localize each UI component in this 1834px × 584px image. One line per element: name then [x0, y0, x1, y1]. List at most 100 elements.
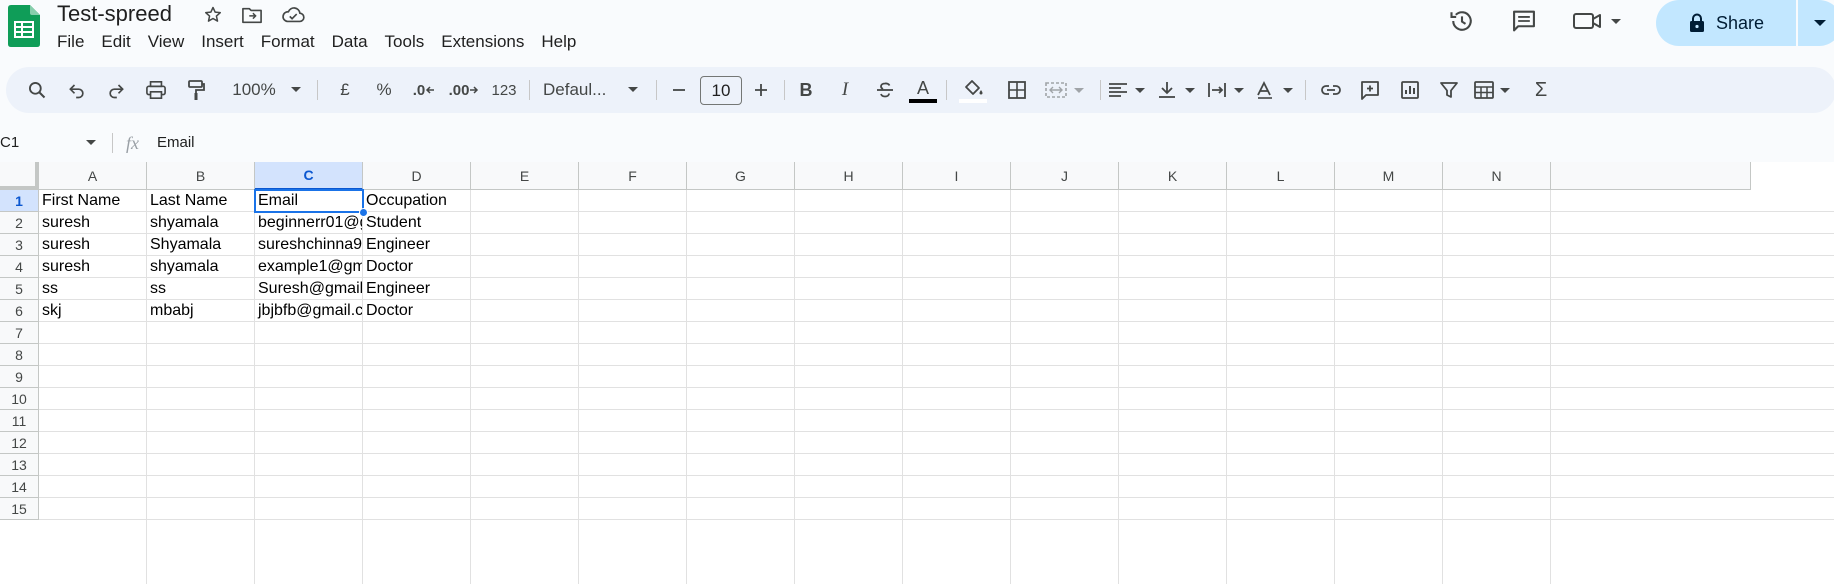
- formula-input[interactable]: Email: [157, 128, 195, 158]
- strikethrough-icon[interactable]: [870, 67, 900, 113]
- insert-chart-icon[interactable]: [1395, 67, 1425, 113]
- star-icon[interactable]: [201, 4, 225, 26]
- column-header-n[interactable]: N: [1443, 162, 1551, 190]
- column-header-d[interactable]: D: [363, 162, 471, 190]
- insert-comment-icon[interactable]: [1355, 67, 1385, 113]
- cell-a6[interactable]: skj: [39, 300, 147, 322]
- borders-icon[interactable]: [1002, 67, 1032, 113]
- column-header-f[interactable]: F: [579, 162, 687, 190]
- paint-format-icon[interactable]: [181, 67, 211, 113]
- column-header-a[interactable]: A: [39, 162, 147, 190]
- row-header-13[interactable]: 13: [0, 454, 39, 476]
- column-header-m[interactable]: M: [1335, 162, 1443, 190]
- redo-icon[interactable]: [101, 67, 131, 113]
- increase-font-size-button[interactable]: [748, 67, 774, 113]
- row-header-1[interactable]: 1: [0, 190, 39, 212]
- cell-a5[interactable]: ss: [39, 278, 147, 300]
- comments-icon[interactable]: [1509, 6, 1539, 36]
- undo-icon[interactable]: [62, 67, 92, 113]
- cell-c2[interactable]: beginnerr01@gr: [255, 212, 363, 234]
- bold-button[interactable]: B: [791, 67, 821, 113]
- format-currency-button[interactable]: £: [330, 67, 360, 113]
- cloud-status-icon[interactable]: [281, 4, 305, 26]
- version-history-icon[interactable]: [1447, 6, 1477, 36]
- font-size-input[interactable]: 10: [700, 76, 742, 105]
- cell-d1[interactable]: Occupation: [363, 190, 471, 212]
- decrease-font-size-button[interactable]: [666, 67, 692, 113]
- cell-c6[interactable]: jbjbfb@gmail.coi: [255, 300, 363, 322]
- merge-cells-icon[interactable]: [1042, 67, 1090, 113]
- cell-d4[interactable]: Doctor: [363, 256, 471, 278]
- column-header-e[interactable]: E: [471, 162, 579, 190]
- row-header-4[interactable]: 4: [0, 256, 39, 278]
- column-header-k[interactable]: K: [1119, 162, 1227, 190]
- menu-tools[interactable]: Tools: [385, 30, 434, 54]
- row-header-3[interactable]: 3: [0, 234, 39, 256]
- menu-view[interactable]: View: [148, 30, 194, 54]
- filter-views-icon[interactable]: [1472, 67, 1516, 113]
- cell-c1[interactable]: Email: [255, 190, 363, 212]
- text-rotation-icon[interactable]: [1254, 67, 1298, 113]
- cell-a3[interactable]: suresh: [39, 234, 147, 256]
- filter-icon[interactable]: [1434, 67, 1464, 113]
- column-header-l[interactable]: L: [1227, 162, 1335, 190]
- row-header-11[interactable]: 11: [0, 410, 39, 432]
- cell-b3[interactable]: Shyamala: [147, 234, 255, 256]
- column-header-h[interactable]: H: [795, 162, 903, 190]
- document-title[interactable]: Test-spreed: [57, 0, 172, 28]
- column-header-j[interactable]: J: [1011, 162, 1119, 190]
- cell-a1[interactable]: First Name: [39, 190, 147, 212]
- functions-button[interactable]: Σ: [1526, 67, 1556, 113]
- cell-d2[interactable]: Student: [363, 212, 471, 234]
- row-header-8[interactable]: 8: [0, 344, 39, 366]
- menu-insert[interactable]: Insert: [201, 30, 253, 54]
- column-header-g[interactable]: G: [687, 162, 795, 190]
- sheets-logo-icon[interactable]: [8, 5, 40, 47]
- row-header-6[interactable]: 6: [0, 300, 39, 322]
- cell-b6[interactable]: mbabj: [147, 300, 255, 322]
- format-percent-button[interactable]: %: [369, 67, 399, 113]
- cell-c4[interactable]: example1@gma: [255, 256, 363, 278]
- fill-handle[interactable]: [359, 208, 368, 217]
- row-header-14[interactable]: 14: [0, 476, 39, 498]
- cell-b5[interactable]: ss: [147, 278, 255, 300]
- row-header-7[interactable]: 7: [0, 322, 39, 344]
- menu-format[interactable]: Format: [261, 30, 324, 54]
- italic-button[interactable]: I: [830, 67, 860, 113]
- more-formats-button[interactable]: 123: [487, 67, 521, 113]
- cell-d5[interactable]: Engineer: [363, 278, 471, 300]
- horizontal-align-icon[interactable]: [1106, 67, 1150, 113]
- select-all-corner[interactable]: [0, 162, 39, 190]
- row-header-5[interactable]: 5: [0, 278, 39, 300]
- text-wrapping-icon[interactable]: [1205, 67, 1249, 113]
- share-dropdown-button[interactable]: [1798, 0, 1834, 46]
- search-menus-icon[interactable]: [22, 67, 52, 113]
- menu-data[interactable]: Data: [332, 30, 377, 54]
- cell-b4[interactable]: shyamala: [147, 256, 255, 278]
- row-header-12[interactable]: 12: [0, 432, 39, 454]
- menu-edit[interactable]: Edit: [101, 30, 139, 54]
- cell-c3[interactable]: sureshchinna95(: [255, 234, 363, 256]
- cell-d6[interactable]: Doctor: [363, 300, 471, 322]
- cell-b1[interactable]: Last Name: [147, 190, 255, 212]
- decrease-decimal-button[interactable]: .0: [407, 67, 441, 113]
- zoom-select[interactable]: 100%: [225, 67, 283, 113]
- column-header-c[interactable]: C: [255, 162, 363, 190]
- cell-c5[interactable]: Suresh@gmail.c: [255, 278, 363, 300]
- column-header-i[interactable]: I: [903, 162, 1011, 190]
- row-header-9[interactable]: 9: [0, 366, 39, 388]
- meet-call-icon[interactable]: [1571, 6, 1625, 36]
- menu-file[interactable]: File: [57, 30, 93, 54]
- print-icon[interactable]: [141, 67, 171, 113]
- share-button[interactable]: Share: [1656, 0, 1796, 46]
- cell-d3[interactable]: Engineer: [363, 234, 471, 256]
- cell-b2[interactable]: shyamala: [147, 212, 255, 234]
- move-folder-icon[interactable]: [240, 4, 264, 26]
- column-header-b[interactable]: B: [147, 162, 255, 190]
- zoom-dropdown-icon[interactable]: [287, 67, 305, 113]
- row-header-2[interactable]: 2: [0, 212, 39, 234]
- row-header-10[interactable]: 10: [0, 388, 39, 410]
- text-color-button[interactable]: A: [906, 67, 940, 113]
- increase-decimal-button[interactable]: .00: [447, 67, 481, 113]
- vertical-align-icon[interactable]: [1156, 67, 1200, 113]
